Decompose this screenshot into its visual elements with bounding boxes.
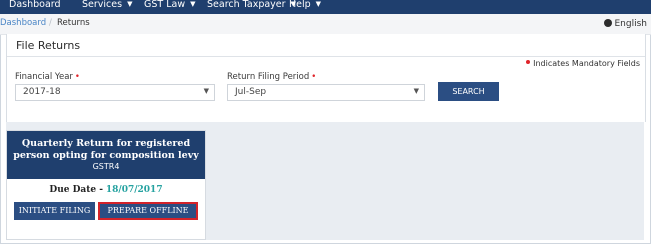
- nav-search-taxpayer-label: Search Taxpayer: [207, 0, 286, 10]
- caret-down-icon: ▼: [315, 0, 322, 8]
- return-period-label-text: Return Filing Period: [227, 72, 310, 82]
- mandatory-note: Indicates Mandatory Fields: [526, 59, 640, 68]
- breadcrumb-dashboard[interactable]: Dashboard: [0, 18, 46, 28]
- dropdown-arrow-icon: ▼: [203, 87, 209, 95]
- card-form-name: GSTR4: [92, 162, 120, 171]
- nav-services[interactable]: Services ▼: [82, 0, 132, 14]
- card-header: Quarterly Return for registered person o…: [7, 131, 205, 179]
- card-title: Quarterly Return for registered person o…: [13, 138, 199, 161]
- gstr4-return-card: Quarterly Return for registered person o…: [6, 130, 206, 240]
- financial-year-value: 2017-18: [23, 87, 61, 97]
- nav-help[interactable]: Help ▼: [289, 0, 321, 14]
- breadcrumb: Dashboard / Returns English: [0, 14, 651, 35]
- title-divider: [7, 56, 645, 57]
- caret-down-icon: ▼: [127, 0, 133, 8]
- required-dot-icon: [526, 60, 531, 64]
- required-asterisk: •: [311, 72, 317, 82]
- due-date: Due Date - 18/07/2017: [7, 185, 205, 195]
- file-returns-panel: File Returns Indicates Mandatory Fields …: [6, 34, 646, 122]
- main-content: File Returns Indicates Mandatory Fields …: [6, 34, 646, 240]
- language-label: English: [614, 19, 648, 29]
- required-asterisk: •: [74, 72, 80, 82]
- prepare-offline-button[interactable]: PREPARE OFFLINE: [98, 202, 198, 220]
- mandatory-note-text: Indicates Mandatory Fields: [533, 59, 640, 68]
- globe-icon: [603, 19, 612, 27]
- nav-dashboard[interactable]: Dashboard: [9, 0, 61, 14]
- nav-help-label: Help: [289, 0, 311, 10]
- breadcrumb-returns: Returns: [57, 18, 90, 28]
- return-period-select[interactable]: Jul-Sep ▼: [227, 84, 425, 101]
- dropdown-arrow-icon: ▼: [413, 87, 419, 95]
- due-date-label: Due Date -: [49, 185, 104, 195]
- initiate-filing-button[interactable]: INITIATE FILING: [14, 202, 95, 220]
- top-navigation: Dashboard Services ▼ GST Law ▼ Search Taxp…: [0, 0, 651, 14]
- financial-year-select[interactable]: 2017-18 ▼: [15, 84, 215, 101]
- return-period-label: Return Filing Period •: [227, 72, 316, 82]
- nav-gst-law-label: GST Law: [144, 0, 186, 10]
- financial-year-label: Financial Year •: [15, 72, 80, 82]
- nav-gst-law[interactable]: GST Law ▼: [144, 0, 196, 14]
- caret-down-icon: ▼: [190, 0, 196, 8]
- search-button[interactable]: SEARCH: [438, 82, 499, 101]
- nav-dashboard-label: Dashboard: [9, 0, 61, 10]
- financial-year-label-text: Financial Year: [15, 72, 73, 82]
- due-date-value: 18/07/2017: [105, 185, 163, 195]
- nav-services-label: Services: [82, 0, 123, 10]
- nav-search-taxpayer[interactable]: Search Taxpayer ▼: [207, 0, 296, 14]
- breadcrumb-separator: /: [49, 18, 52, 28]
- language-selector[interactable]: English: [603, 18, 648, 29]
- page-title: File Returns: [16, 39, 81, 52]
- return-period-value: Jul-Sep: [235, 87, 267, 97]
